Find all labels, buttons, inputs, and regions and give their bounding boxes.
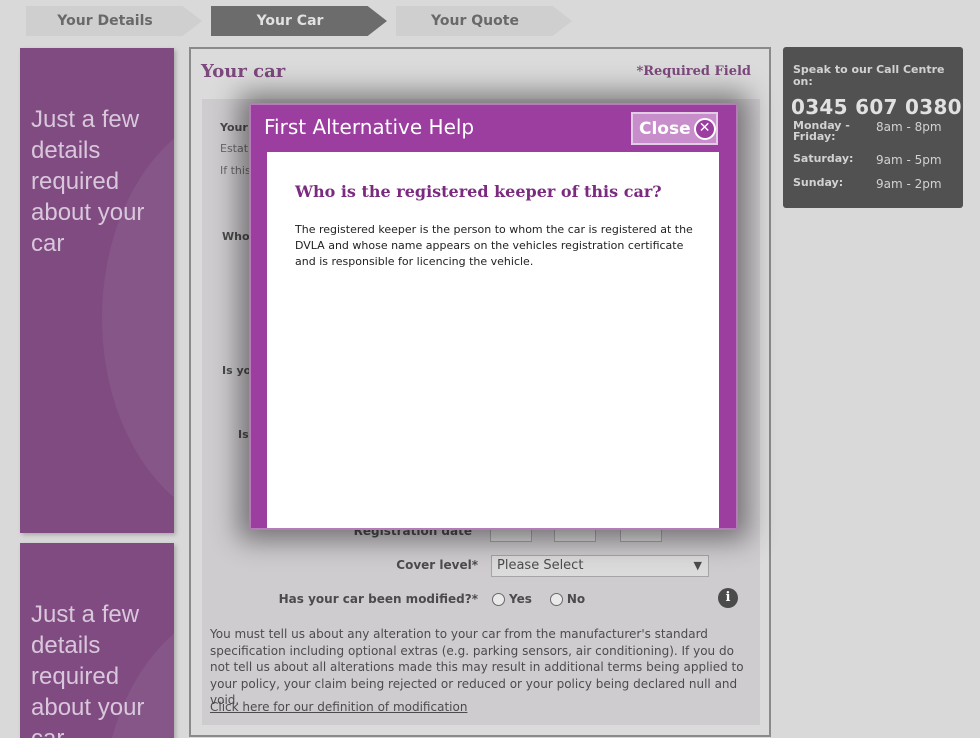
help-question: Who is the registered keeper of this car… — [295, 182, 662, 201]
close-button[interactable]: Close ✕ — [631, 112, 718, 145]
close-icon: ✕ — [693, 117, 716, 140]
promo-text-secondary: Just a few details required about your c… — [31, 601, 145, 738]
promo-text: Just a few details required about your c… — [31, 106, 145, 257]
modal-content: Who is the registered keeper of this car… — [267, 152, 719, 528]
promo-panel-secondary: Just a few details required about your c… — [20, 543, 174, 738]
modal-title: First Alternative Help — [264, 115, 475, 139]
help-modal: First Alternative Help Close ✕ Who is th… — [249, 103, 738, 530]
help-answer: The registered keeper is the person to w… — [295, 223, 693, 268]
close-button-label: Close — [639, 118, 691, 139]
